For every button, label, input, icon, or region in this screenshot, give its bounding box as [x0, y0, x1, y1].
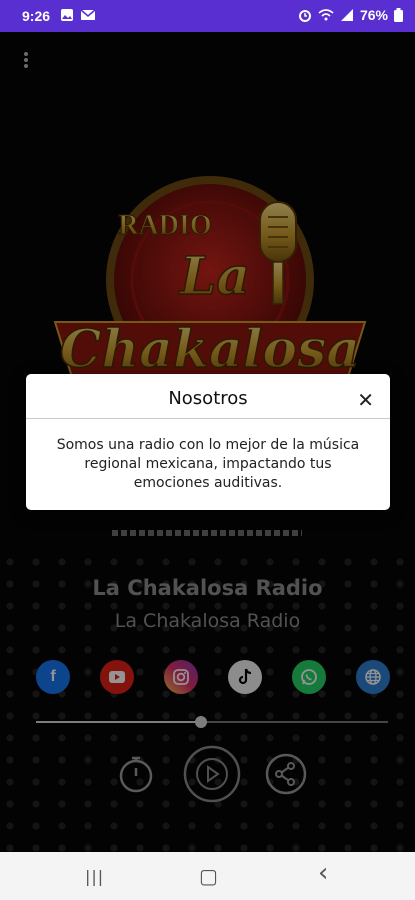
dialog-body: Somos una radio con lo mejor de la músic… [56, 437, 360, 491]
home-button[interactable]: ▢ [199, 864, 218, 888]
gmail-icon [80, 9, 96, 20]
back-button[interactable]: ‹ [318, 858, 328, 888]
battery-percent: 76% [359, 7, 388, 23]
signal-icon [340, 9, 353, 21]
recents-button[interactable]: ||| [85, 867, 104, 886]
dialog-divider [26, 418, 390, 419]
system-nav-bar: ||| ▢ ‹ [0, 852, 415, 900]
status-time: 9:26 [22, 8, 51, 24]
close-icon[interactable]: ✕ [357, 388, 374, 412]
wifi-icon [318, 9, 334, 21]
image-icon [61, 9, 73, 21]
status-bar: 9:26 76% [0, 0, 415, 32]
dialog-title: Nosotros [168, 388, 248, 409]
alarm-icon [298, 10, 311, 22]
about-dialog: Nosotros ✕ Somos una radio con lo mejor … [26, 374, 390, 510]
battery-icon [394, 8, 403, 22]
